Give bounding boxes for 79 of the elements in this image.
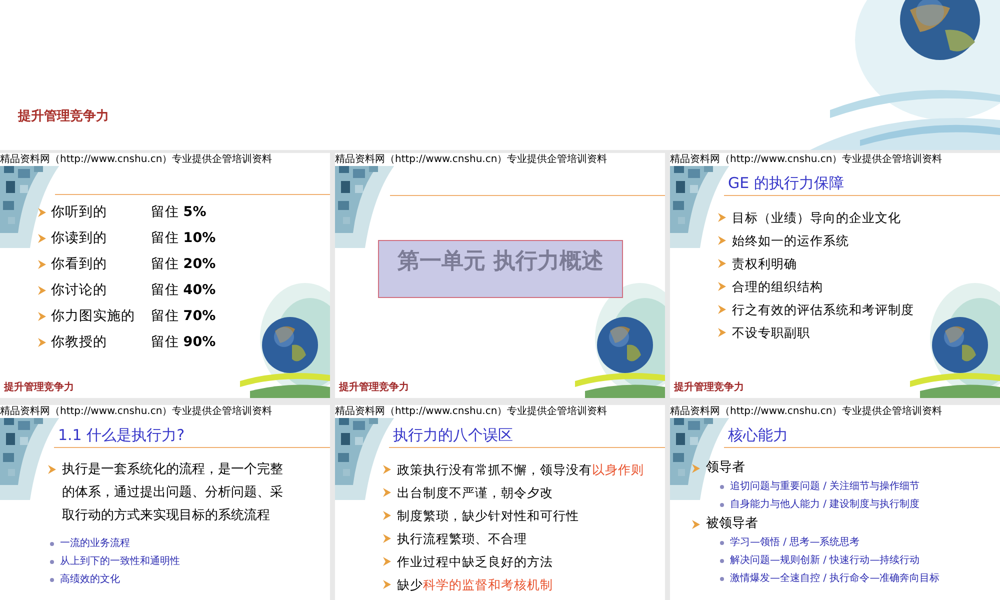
item-value: 留住 20%: [151, 254, 216, 274]
bullet-dot-icon: [50, 578, 54, 582]
bullet-arrow-icon: [383, 534, 391, 543]
item-value: 留住 70%: [151, 306, 216, 326]
bullet-arrow-icon: [383, 580, 391, 589]
slide-header: 精品资料网（http://www.cnshu.cn）专业提供企管培训资料: [0, 153, 274, 166]
item-value: 留住 40%: [151, 280, 216, 300]
bullet-arrow-icon: [48, 465, 56, 474]
bullet-arrow-icon: [383, 488, 391, 497]
bullet-arrow-icon: [692, 464, 700, 472]
bullet-text: 政策执行没有常抓不懈，领导没有以身作则: [397, 461, 644, 479]
bullet-text: 合理的组织结构: [732, 278, 823, 296]
bullet-arrow-icon: [383, 465, 391, 474]
slide-title: GE 的执行力保障: [728, 173, 845, 193]
slide-header: 精品资料网（http://www.cnshu.cn）专业提供企管培训资料: [670, 405, 944, 418]
slide-header: 精品资料网（http://www.cnshu.cn）专业提供企管培训资料: [0, 405, 274, 418]
bullet-arrow-icon: [692, 520, 700, 528]
item-label: 你力图实施的: [51, 306, 136, 326]
bullet-arrow-icon: [718, 282, 726, 291]
bullet-arrow-icon: [718, 213, 726, 222]
item-label: 你看到的: [51, 254, 108, 274]
item-label: 你讨论的: [51, 280, 108, 300]
item-label: 你读到的: [51, 228, 108, 248]
sub-bullet-text: 从上到下的一致性和通明性: [60, 554, 180, 569]
slide-title: 1.1 什么是执行力?: [58, 425, 186, 445]
sub-bullet-text: 追切问题与重要问题 / 关注细节与操作细节: [730, 480, 920, 494]
bullet-dot-icon: [720, 541, 724, 545]
bullet-dot-icon: [720, 503, 724, 507]
bullet-text: 行之有效的评估系统和考评制度: [732, 301, 914, 319]
bullet-text: 缺少科学的监督和考核机制: [397, 576, 553, 594]
bullet-arrow-icon: [38, 338, 46, 346]
bullet-dot-icon: [720, 485, 724, 489]
bullet-text: 执行流程繁琐、不合理: [397, 530, 527, 548]
bullet-arrow-icon: [38, 260, 46, 268]
slide-footer: 提升管理竞争力: [4, 382, 74, 394]
bullet-arrow-icon: [718, 305, 726, 314]
bullet-text: 制度繁琐，缺少针对性和可行性: [397, 507, 579, 525]
slide-header: 精品资料网（http://www.cnshu.cn）专业提供企管培训资料: [670, 153, 944, 166]
bullet-text: 责权利明确: [732, 255, 797, 273]
bullet-arrow-icon: [718, 259, 726, 268]
item-label: 你教授的: [51, 332, 108, 352]
bullet-arrow-icon: [383, 511, 391, 520]
slide-header: 精品资料网（http://www.cnshu.cn）专业提供企管培训资料: [335, 153, 610, 166]
sub-bullet-text: 解决问题—规则创新 / 快速行动—持续行动: [730, 554, 920, 568]
bullet-dot-icon: [50, 560, 54, 564]
bullet-text: 作业过程中缺乏良好的方法: [397, 553, 553, 571]
sub-bullet-text: 学习—领悟 / 思考—系统思考: [730, 536, 860, 550]
bullet-arrow-icon: [718, 236, 726, 245]
sub-bullet-text: 高绩效的文化: [60, 572, 120, 587]
slide-footer: 提升管理竞争力: [339, 382, 409, 394]
bullet-arrow-icon: [38, 312, 46, 320]
bullet-arrow-icon: [38, 208, 46, 216]
bullet-arrow-icon: [718, 328, 726, 337]
bullet-dot-icon: [720, 577, 724, 581]
item-value: 留住 5%: [151, 202, 206, 222]
bullet-dot-icon: [50, 542, 54, 546]
bullet-text: 出台制度不严谨，朝令夕改: [397, 484, 553, 502]
bullet-text: 目标（业绩）导向的企业文化: [732, 209, 901, 227]
slide-title: 执行力的八个误区: [393, 425, 514, 445]
bullet-arrow-icon: [38, 234, 46, 242]
bullet-arrow-icon: [383, 557, 391, 566]
section-title: 第一单元 执行力概述: [378, 240, 623, 298]
item-value: 留住 10%: [151, 228, 216, 248]
bullet-text: 领导者: [706, 459, 745, 477]
bullet-dot-icon: [720, 559, 724, 563]
item-value: 留住 90%: [151, 332, 216, 352]
paragraph-text: 执行是一套系统化的流程，是一个完整的体系，通过提出问题、分析问题、采取行动的方式来实现目标的系统流程: [62, 461, 284, 525]
bullet-text: 始终如一的运作系统: [732, 232, 849, 250]
sub-bullet-text: 自身能力与他人能力 / 建设制度与执行制度: [730, 498, 920, 512]
bullet-text: 不设专职副职: [732, 324, 810, 342]
sub-bullet-text: 一流的业务流程: [60, 536, 130, 551]
bullet-text: 被领导者: [706, 515, 758, 533]
bullet-arrow-icon: [38, 286, 46, 294]
sub-bullet-text: 激情爆发—全速自控 / 执行命令—准确奔向目标: [730, 572, 940, 586]
item-label: 你听到的: [51, 202, 108, 222]
slide-footer: 提升管理竞争力: [674, 382, 744, 394]
slide-title: 核心能力: [728, 425, 789, 445]
page-title: 提升管理竞争力: [18, 108, 109, 126]
slide-header: 精品资料网（http://www.cnshu.cn）专业提供企管培训资料: [335, 405, 610, 418]
